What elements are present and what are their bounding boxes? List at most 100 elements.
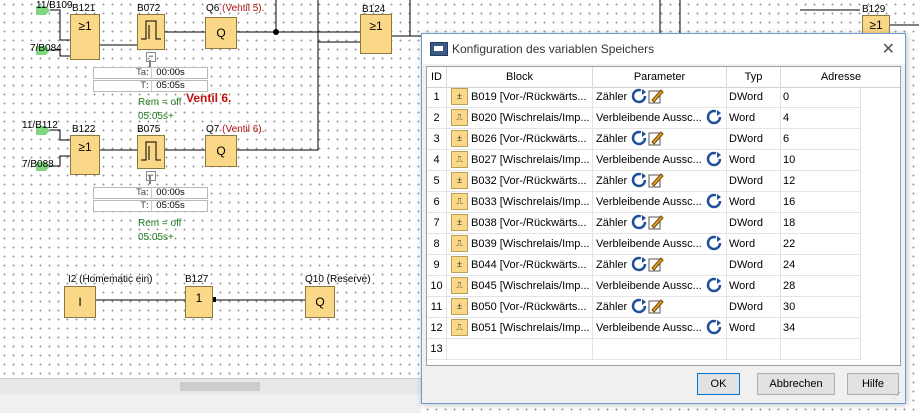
- cell-id: 10: [427, 276, 447, 297]
- status-bar: [0, 394, 421, 413]
- cell-type: Word: [727, 108, 781, 129]
- cell-address: 28: [781, 276, 861, 297]
- wiping-relay-block[interactable]: [137, 135, 165, 169]
- column-header-id[interactable]: ID: [427, 67, 447, 87]
- row-id: 10: [430, 280, 443, 292]
- row-id: 4: [433, 154, 440, 166]
- row-id: 1: [433, 91, 440, 103]
- table-row[interactable]: 12 ⎍ B051 [Wischrelais/Imp... Verbleibende …: [427, 318, 900, 339]
- row-id: 12: [430, 322, 443, 334]
- close-icon[interactable]: ✕: [882, 39, 895, 59]
- refresh-icon[interactable]: [706, 151, 722, 167]
- column-header-address[interactable]: Adresse: [781, 67, 900, 87]
- refresh-icon[interactable]: [706, 277, 722, 293]
- block-name: Q7 (Ventil 6).: [206, 124, 265, 135]
- horizontal-scrollbar[interactable]: [0, 378, 421, 395]
- data-type: Word: [729, 196, 756, 208]
- row-id: 11: [430, 301, 443, 313]
- refresh-icon[interactable]: [631, 256, 647, 272]
- edit-icon[interactable]: [648, 88, 664, 104]
- table-row[interactable]: 11 ± B050 [Vor-/Rückwärts... Zähler DWord 30: [427, 297, 900, 318]
- resize-grip-icon[interactable]: ⋰: [893, 391, 903, 401]
- cell-type: [727, 339, 781, 360]
- table-row[interactable]: 6 ⎍ B033 [Wischrelais/Imp... Verbleibende A…: [427, 192, 900, 213]
- collapse-toggle[interactable]: −: [146, 52, 156, 62]
- cell-parameter: Zähler: [593, 87, 727, 108]
- refresh-icon[interactable]: [706, 193, 722, 209]
- cell-parameter: Zähler: [593, 129, 727, 150]
- refresh-icon[interactable]: [631, 172, 647, 188]
- help-button[interactable]: Hilfe: [847, 373, 899, 395]
- table-row[interactable]: 7 ± B038 [Vor-/Rückwärts... Zähler DWord 18: [427, 213, 900, 234]
- address-value: 30: [783, 301, 796, 313]
- scrollbar-thumb[interactable]: [180, 382, 260, 391]
- ok-button[interactable]: OK: [697, 373, 740, 395]
- edit-icon[interactable]: [648, 214, 664, 230]
- table-row[interactable]: 3 ± B026 [Vor-/Rückwärts... Zähler DWord 6: [427, 129, 900, 150]
- not-block[interactable]: 1: [185, 286, 213, 318]
- refresh-icon[interactable]: [631, 88, 647, 104]
- refresh-icon[interactable]: [706, 109, 722, 125]
- parameter-name: Verbleibende Aussc...: [596, 322, 702, 334]
- column-header-block[interactable]: Block: [447, 67, 593, 87]
- collapse-toggle[interactable]: −: [146, 171, 156, 181]
- or-block[interactable]: ≥1: [70, 14, 100, 60]
- block-symbol: ≥1: [869, 18, 883, 32]
- memory-table: ID Block Parameter Typ Adresse 1 ± B019 [V…: [426, 66, 901, 366]
- table-row[interactable]: 8 ⎍ B039 [Wischrelais/Imp... Verbleibende A…: [427, 234, 900, 255]
- cell-type: DWord: [727, 87, 781, 108]
- cell-type: Word: [727, 192, 781, 213]
- row-id: 9: [433, 259, 440, 271]
- cell-parameter: Verbleibende Aussc...: [593, 192, 727, 213]
- block-name: B075: [137, 124, 161, 135]
- block-name: B027 [Wischrelais/Imp...: [471, 154, 590, 166]
- edit-icon[interactable]: [648, 298, 664, 314]
- table-row[interactable]: 4 ⎍ B027 [Wischrelais/Imp... Verbleibende A…: [427, 150, 900, 171]
- edit-icon[interactable]: [648, 130, 664, 146]
- refresh-icon[interactable]: [631, 130, 647, 146]
- edit-icon[interactable]: [648, 256, 664, 272]
- cell-type: DWord: [727, 171, 781, 192]
- or-block[interactable]: ≥1: [862, 15, 890, 35]
- refresh-icon[interactable]: [631, 214, 647, 230]
- block-name: B026 [Vor-/Rückwärts...: [471, 133, 587, 145]
- cell-block: [447, 339, 593, 360]
- column-header-type[interactable]: Typ: [727, 67, 781, 87]
- or-block[interactable]: ≥1: [70, 135, 100, 175]
- output-block[interactable]: Q: [205, 17, 237, 49]
- cell-type: Word: [727, 150, 781, 171]
- input-block[interactable]: I: [64, 286, 96, 318]
- table-row[interactable]: 13: [427, 339, 900, 360]
- block-name: B032 [Vor-/Rückwärts...: [471, 175, 587, 187]
- dialog-titlebar[interactable]: Konfiguration des variablen Speichers ✕: [422, 34, 905, 64]
- timer-block-icon: ⎍: [451, 318, 468, 336]
- table-row[interactable]: 2 ⎍ B020 [Wischrelais/Imp... Verbleibende A…: [427, 108, 900, 129]
- parameter-name: Zähler: [596, 133, 628, 145]
- column-header-parameter[interactable]: Parameter: [593, 67, 727, 87]
- refresh-icon[interactable]: [706, 235, 722, 251]
- output-block[interactable]: Q: [305, 286, 335, 318]
- table-row[interactable]: 10 ⎍ B045 [Wischrelais/Imp... Verbleibende …: [427, 276, 900, 297]
- cell-id: 11: [427, 297, 447, 318]
- refresh-icon[interactable]: [631, 298, 647, 314]
- table-row[interactable]: 9 ± B044 [Vor-/Rückwärts... Zähler DWord 24: [427, 255, 900, 276]
- param-ta[interactable]: Ta: 00:00s: [93, 67, 208, 79]
- param-ta[interactable]: Ta: 00:00s: [93, 187, 208, 199]
- wiping-relay-block[interactable]: [137, 14, 165, 50]
- address-value: 22: [783, 238, 796, 250]
- refresh-icon[interactable]: [706, 319, 722, 335]
- output-block[interactable]: Q: [205, 135, 237, 167]
- block-symbol: Q: [315, 295, 325, 309]
- cancel-button[interactable]: Abbrechen: [757, 373, 835, 395]
- edit-icon[interactable]: [648, 172, 664, 188]
- table-row[interactable]: 1 ± B019 [Vor-/Rückwärts... Zähler DWord 0: [427, 87, 900, 108]
- or-block[interactable]: ≥1: [360, 14, 392, 54]
- block-name: B121: [72, 3, 96, 14]
- block-name: B072: [137, 3, 161, 14]
- address-value: 4: [783, 112, 790, 124]
- cell-id: 9: [427, 255, 447, 276]
- param-t[interactable]: T: 05:05s: [93, 200, 208, 212]
- cell-id: 5: [427, 171, 447, 192]
- table-row[interactable]: 5 ± B032 [Vor-/Rückwärts... Zähler DWord 12: [427, 171, 900, 192]
- cell-block: ± B032 [Vor-/Rückwärts...: [447, 171, 593, 192]
